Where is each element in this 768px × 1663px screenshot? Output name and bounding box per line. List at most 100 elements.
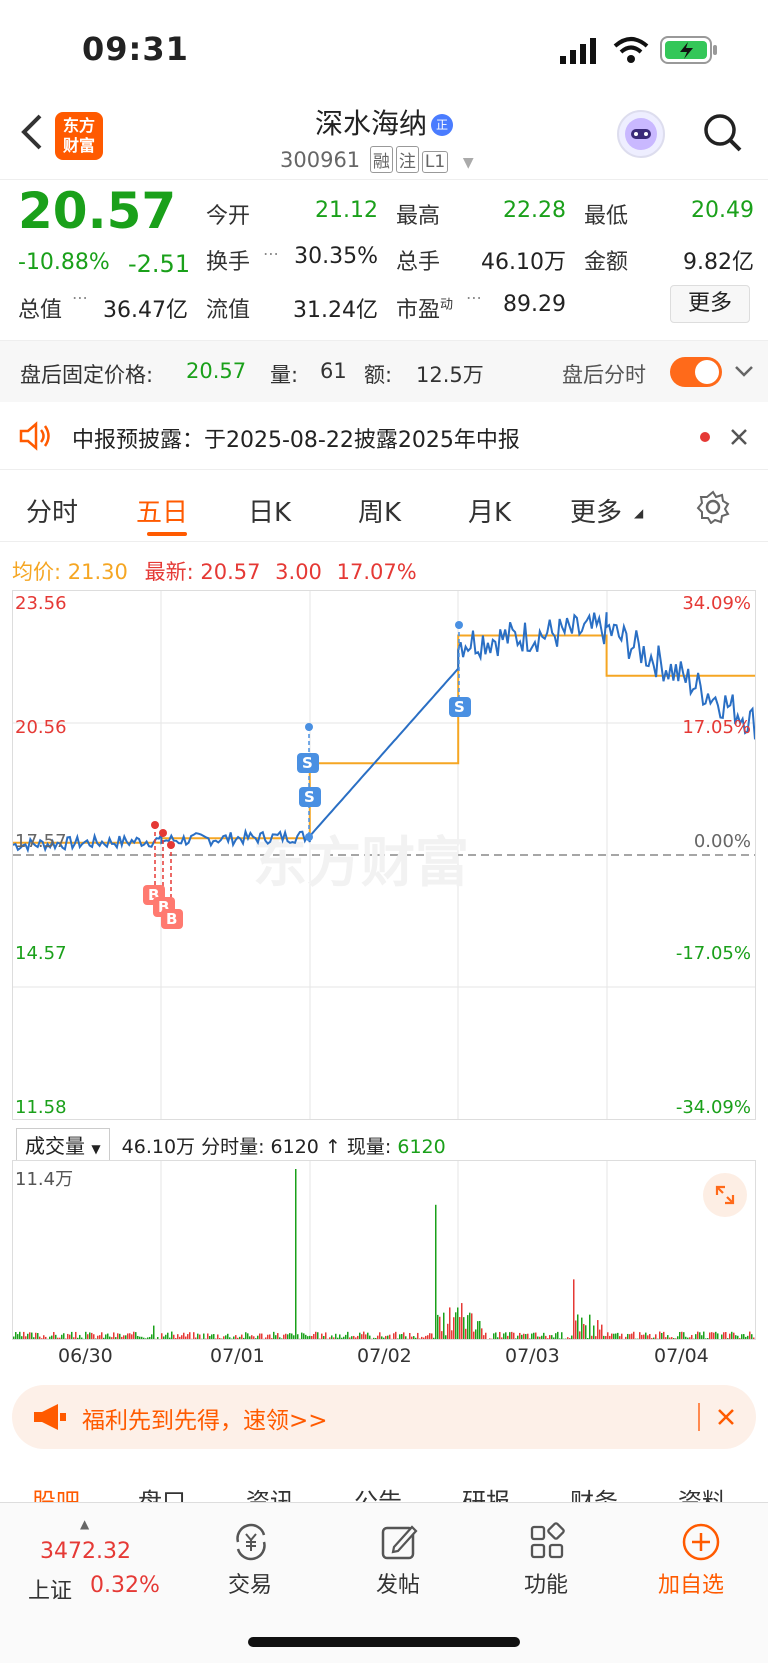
tab-daily-k[interactable]: 日K (248, 492, 291, 529)
volume-bar (79, 1334, 81, 1339)
status-bar: 09:31 (0, 0, 768, 100)
robot-assistant-avatar[interactable] (617, 110, 665, 158)
volume-bar (425, 1335, 427, 1339)
stock-code: 300961 (280, 148, 361, 172)
volume-bar (609, 1335, 611, 1339)
stock-code-row[interactable]: 300961 融注 L1 ▼ (280, 146, 474, 173)
volume-bar (143, 1337, 145, 1339)
volume-bar (161, 1333, 163, 1339)
close-icon[interactable] (716, 1407, 736, 1427)
notice-text: 中报预披露：于2025-08-22披露2025年中报 (72, 428, 520, 453)
more-button[interactable]: 更多 (670, 285, 750, 323)
volume-bar (677, 1336, 679, 1339)
indicator-select[interactable]: 成交量 ▼ (16, 1128, 110, 1161)
tab-intraday[interactable]: 分时 (26, 492, 78, 529)
volume-bar (427, 1335, 429, 1339)
volume-bar (499, 1331, 501, 1339)
volume-bar (655, 1334, 657, 1339)
volume-bar (157, 1337, 159, 1339)
volume-bar (85, 1331, 87, 1339)
expand-button[interactable] (703, 1173, 747, 1217)
volume-bar (465, 1328, 467, 1339)
volume-bar (289, 1333, 291, 1339)
volume-bar (151, 1334, 153, 1339)
subtab-news[interactable]: 资讯 (246, 1482, 294, 1502)
pe-label-sup: 动 (440, 297, 454, 313)
subtab-reports[interactable]: 研报 (462, 1482, 510, 1502)
volume-bar (679, 1331, 681, 1339)
volume-bar (697, 1331, 699, 1339)
features-button[interactable]: 功能 (506, 1503, 586, 1633)
volume-bar (19, 1331, 21, 1339)
volume-bar (373, 1337, 375, 1339)
volume-bar (513, 1332, 515, 1339)
volume-bar (35, 1332, 37, 1339)
tab-more[interactable]: 更多 (570, 492, 622, 529)
divider (698, 1403, 700, 1431)
post-label: 发帖 (376, 1573, 421, 1598)
after-amt-value: 12.5万 (416, 363, 484, 387)
volume-bar (175, 1338, 177, 1339)
volume-chart-svg (13, 1161, 755, 1339)
volume-bar (745, 1336, 747, 1339)
tab-weekly-k[interactable]: 周K (358, 492, 401, 529)
volume-bar (267, 1334, 269, 1339)
subtab-orderbook[interactable]: 盘口 (138, 1482, 186, 1502)
tag-level: L1 (421, 151, 449, 173)
amount-value: 9.82亿 (683, 250, 754, 275)
subtab-announcements[interactable]: 公告 (354, 1482, 402, 1502)
up-arrow-icon: ↑ (324, 1136, 341, 1158)
volume-bar (439, 1316, 441, 1339)
volume-chart[interactable]: 11.4万 (12, 1160, 756, 1340)
volume-bar (65, 1338, 67, 1339)
date-label: 07/01 (210, 1345, 265, 1367)
subtab-financials[interactable]: 财务 (570, 1482, 618, 1502)
pe-label-text: 市盈 (396, 298, 441, 323)
volume-bar (119, 1333, 121, 1339)
volume-bar (37, 1333, 39, 1339)
chevron-down-icon[interactable] (734, 363, 754, 379)
volume-bar (663, 1331, 665, 1339)
volume-bar (471, 1313, 473, 1339)
pct-label-top: 34.09% (682, 593, 751, 614)
volume-bar (411, 1336, 413, 1339)
volume-bar (323, 1335, 325, 1339)
promo-banner[interactable]: 福利先到先得，速领>> (12, 1385, 756, 1449)
price-chart[interactable]: 东方财富 S S S B B B 23.56 20.56 17.57 14.57… (12, 590, 756, 1120)
volume-bar (437, 1314, 439, 1339)
volume-bar (387, 1335, 389, 1339)
notice-bar[interactable]: 中报预披露：于2025-08-22披露2025年中报 (0, 402, 768, 470)
volume-bar (33, 1337, 35, 1339)
volume-bar (731, 1331, 733, 1339)
tab-five-day[interactable]: 五日 (136, 492, 188, 529)
volume-bar (375, 1338, 377, 1339)
volume-bar (45, 1336, 47, 1339)
trade-button[interactable]: 交易 (210, 1503, 290, 1633)
settings-gear-icon[interactable] (696, 490, 730, 524)
volume-bar (475, 1329, 477, 1339)
chart-tabs: 分时 五日 日K 周K 月K 更多 ◢ (0, 470, 768, 542)
volume-bar (715, 1331, 717, 1339)
megaphone-icon (34, 1404, 66, 1430)
info-icon: ⋯ (72, 288, 88, 307)
search-button[interactable] (702, 112, 742, 156)
volume-bar (589, 1314, 591, 1339)
close-icon[interactable] (730, 428, 748, 446)
volume-bar (343, 1336, 345, 1339)
volume-bar (107, 1333, 109, 1339)
tab-monthly-k[interactable]: 月K (468, 492, 511, 529)
volume-bar (197, 1333, 199, 1339)
after-hours-toggle[interactable] (670, 357, 722, 387)
svg-text:S: S (454, 698, 465, 716)
grid-apps-icon (530, 1522, 565, 1559)
subtab-profile[interactable]: 资料 (678, 1482, 726, 1502)
add-watchlist-button[interactable]: 加自选 (652, 1503, 752, 1633)
post-button[interactable]: 发帖 (358, 1503, 438, 1633)
volume-bar (485, 1332, 487, 1339)
subtab-forum[interactable]: 股吧 (32, 1482, 80, 1502)
volume-bar (303, 1333, 305, 1339)
index-ticker[interactable]: ▲ 3472.32 上证 0.32% (24, 1513, 174, 1613)
volume-bar (229, 1337, 231, 1339)
turnover-value: 30.35% (294, 244, 378, 269)
volume-bar (385, 1335, 387, 1339)
